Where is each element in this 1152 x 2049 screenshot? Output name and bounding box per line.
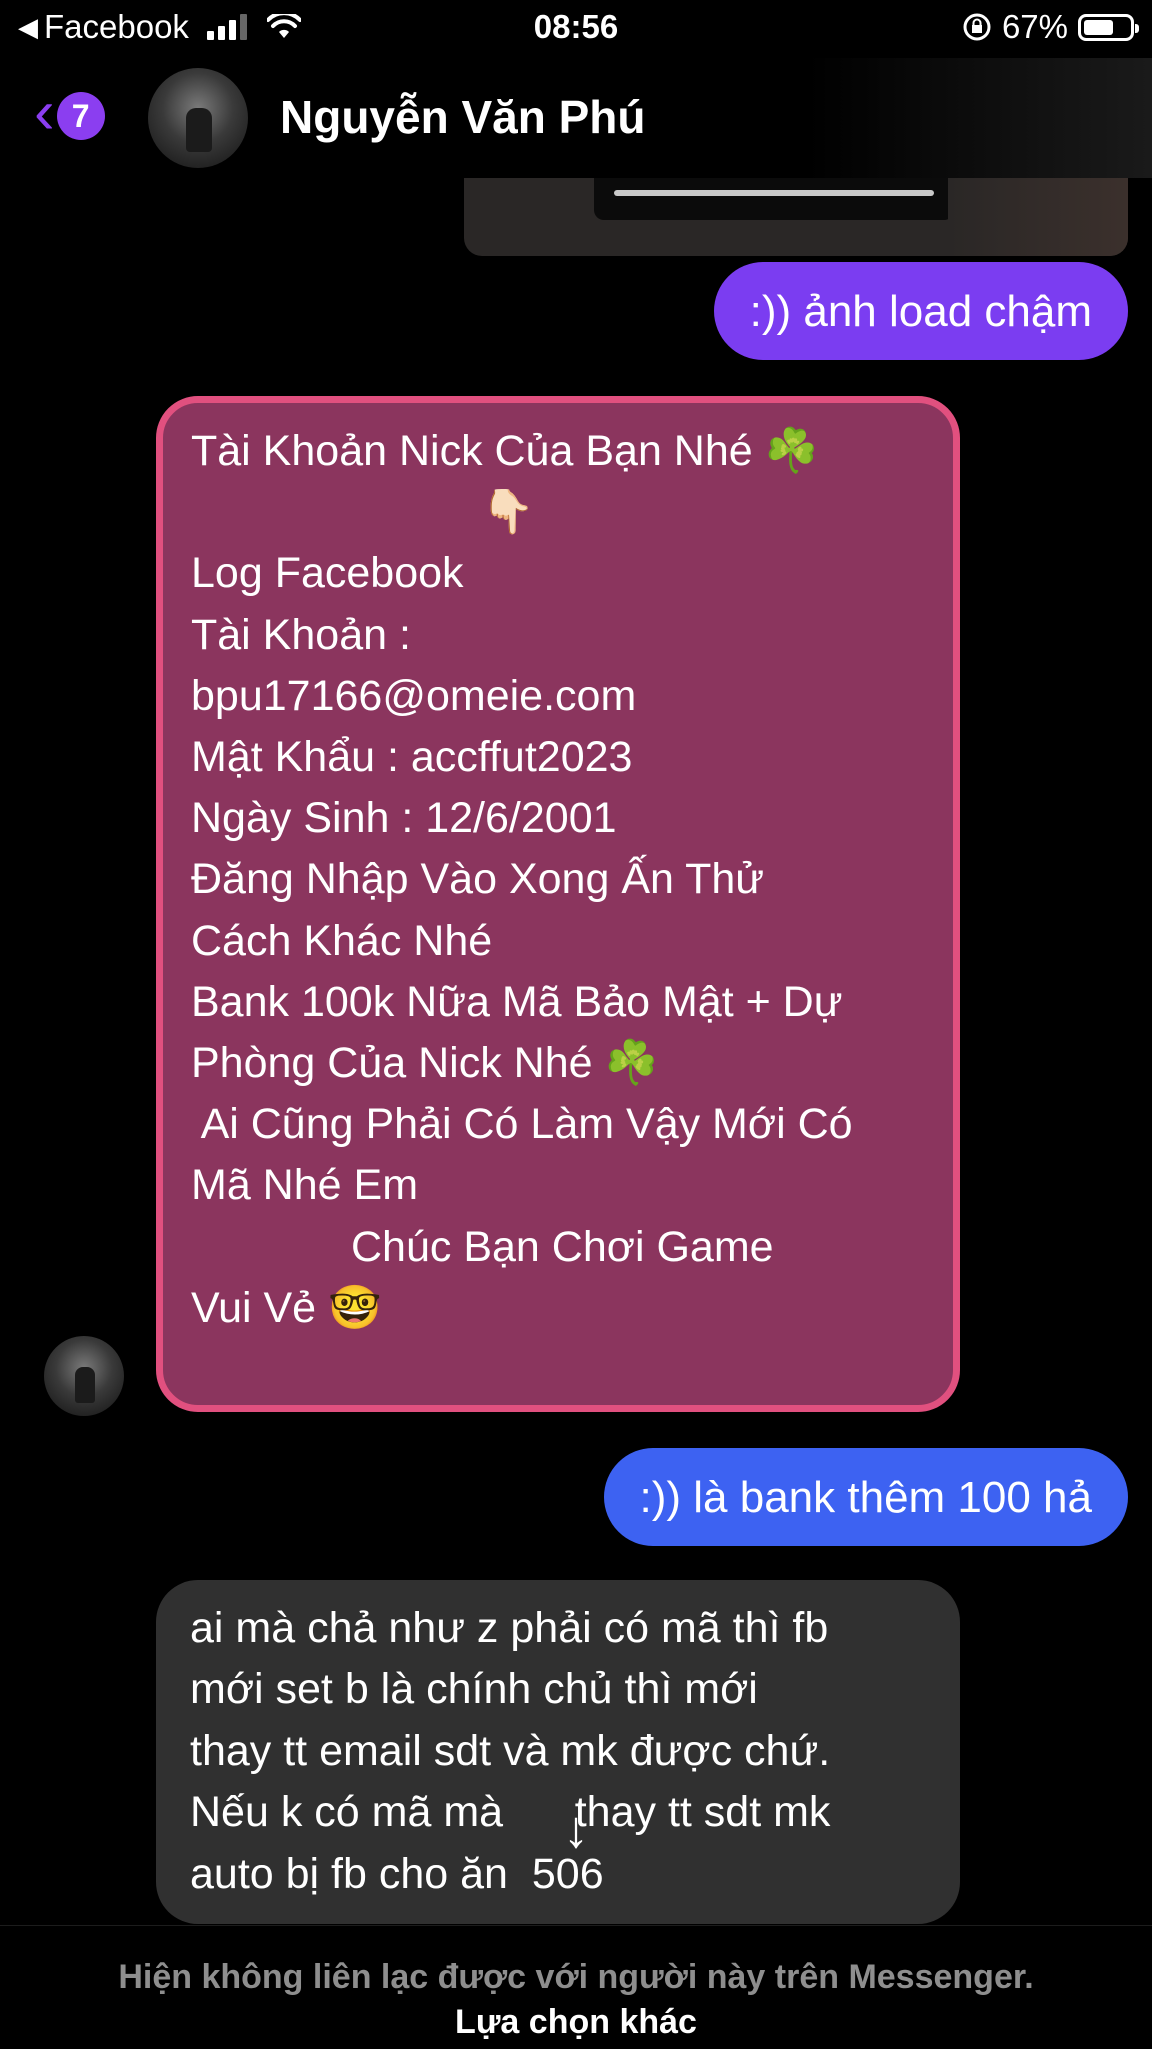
card-line: Log Facebook <box>191 549 464 598</box>
outgoing-message[interactable]: :)) ảnh load chậm <box>713 262 1128 360</box>
incoming-message[interactable]: ai mà chả như z phải có mã thì fb mới set… <box>156 1580 960 1924</box>
chevron-left-icon: ‹ <box>34 78 55 147</box>
message-line: mới set b là chính chủ thì mới <box>190 1665 758 1714</box>
message-line: thay tt email sdt và mk được chứ. <box>190 1726 831 1775</box>
footer: Hiện không liên lạc được với người này t… <box>0 1925 1152 2049</box>
card-line: Ai Cũng Phải Có Làm Vậy Mới Có <box>191 1100 853 1149</box>
card-line: Tài Khoản : <box>191 610 411 659</box>
battery-icon <box>1078 13 1139 41</box>
message-text: :)) ảnh load chậm <box>749 286 1092 336</box>
back-button[interactable]: ‹ 7 <box>34 82 105 144</box>
card-line: Vui Vẻ 🤓 <box>191 1283 382 1332</box>
incoming-message-card[interactable]: Tài Khoản Nick Của Bạn Nhé ☘️ 👇🏻 Log Faceb… <box>156 396 960 1412</box>
battery-percent: 67% <box>1001 8 1068 45</box>
contact-name[interactable]: Nguyễn Văn Phú <box>280 90 645 144</box>
card-line: 👇🏻 <box>481 488 535 537</box>
message-line: ai mà chả như z phải có mã thì fb <box>190 1604 829 1652</box>
message-text: :)) là bank thêm 100 hả <box>639 1472 1092 1522</box>
unread-badge: 7 <box>56 92 105 140</box>
card-line: Cách Khác Nhé <box>191 916 493 965</box>
outgoing-message[interactable]: :)) là bank thêm 100 hả <box>603 1448 1128 1546</box>
card-line: Mã Nhé Em <box>191 1161 419 1210</box>
card-line: Tài Khoản Nick Của Bạn Nhé ☘️ <box>191 427 819 475</box>
orientation-lock-icon <box>963 13 991 41</box>
sender-avatar[interactable] <box>44 1336 124 1416</box>
scroll-down-arrow-icon[interactable]: ↓ <box>536 1790 616 1870</box>
contact-avatar[interactable] <box>148 68 248 168</box>
card-line: Phòng Của Nick Nhé ☘️ <box>191 1039 659 1088</box>
unavailable-notice: Hiện không liên lạc được với người này t… <box>118 1958 1034 1996</box>
chat-header: ‹ 7 Nguyễn Văn Phú <box>0 58 1152 178</box>
card-line: Chúc Bạn Chơi Game <box>351 1222 774 1271</box>
card-line: Đăng Nhập Vào Xong Ấn Thử <box>191 855 765 904</box>
card-line: Bank 100k Nữa Mã Bảo Mật + Dự <box>191 977 843 1026</box>
card-line: bpu17166@omeie.com <box>191 671 637 720</box>
status-right: 67% <box>962 8 1139 46</box>
other-options-link[interactable]: Lựa chọn khác <box>0 2003 1152 2042</box>
card-line: Mật Khẩu : accffut2023 <box>191 733 633 782</box>
card-line: Ngày Sinh : 12/6/2001 <box>191 794 617 843</box>
status-bar: ◀ Facebook 08:56 67% <box>0 0 1152 58</box>
